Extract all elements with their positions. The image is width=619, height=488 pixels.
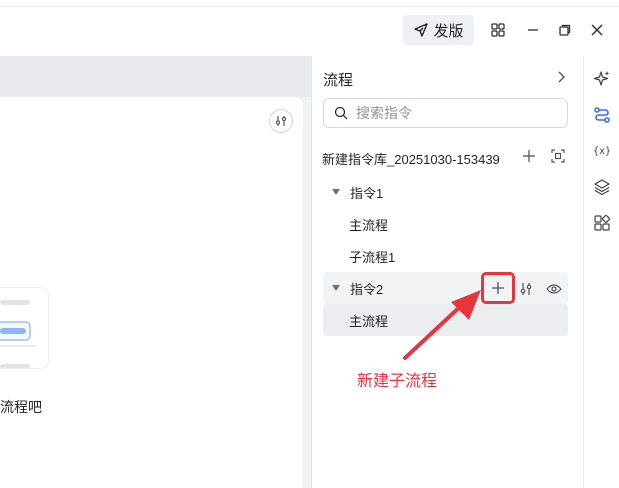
plus-icon — [523, 150, 535, 162]
canvas-header — [0, 56, 311, 97]
publish-label: 发版 — [433, 22, 464, 40]
add-subflow-button[interactable] — [481, 272, 515, 304]
caret-down-icon — [331, 188, 341, 196]
variable-icon[interactable]: {x} — [591, 140, 613, 162]
chevron-right-icon — [558, 71, 565, 83]
collapse-panel-button[interactable] — [553, 69, 569, 85]
send-icon — [414, 23, 429, 37]
restore-icon[interactable] — [555, 20, 575, 40]
locate-button[interactable] — [549, 147, 567, 165]
instruction-settings-button[interactable] — [517, 280, 535, 298]
empty-state-text: 流程吧 — [0, 399, 42, 415]
sliders-icon — [520, 283, 532, 295]
annotation-label: 新建子流程 — [357, 373, 438, 390]
preview-button[interactable] — [545, 280, 563, 298]
add-instruction-button[interactable] — [520, 147, 538, 165]
tree-instruction-label: 指令2 — [350, 281, 384, 297]
tree-item-subflow[interactable]: 子流程1 — [323, 240, 568, 272]
components-icon[interactable] — [591, 212, 613, 234]
empty-state-illustration — [0, 287, 49, 369]
tree-item-label: 主流程 — [349, 313, 389, 329]
caret-down-icon — [331, 284, 341, 292]
tree-instruction-1[interactable]: 指令1 — [323, 176, 568, 208]
annotation-arrow — [403, 290, 481, 360]
minimize-icon[interactable] — [523, 20, 543, 40]
toolbar-divider — [583, 56, 584, 488]
top-divider — [0, 6, 619, 7]
library-name: 新建指令库_20251030-153439 — [322, 152, 500, 167]
focus-icon — [551, 149, 565, 163]
publish-button[interactable]: 发版 — [403, 15, 474, 45]
search-icon — [334, 106, 348, 120]
plus-icon — [492, 282, 504, 294]
search-box[interactable] — [323, 98, 568, 128]
canvas-settings-button[interactable] — [269, 109, 293, 133]
eye-icon — [546, 284, 562, 294]
tree-item-main-flow[interactable]: 主流程 — [323, 208, 568, 240]
panel-title: 流程 — [323, 72, 354, 89]
sparkle-icon[interactable] — [591, 68, 613, 90]
grid-icon[interactable] — [488, 20, 508, 40]
tree-item-label: 子流程1 — [349, 249, 396, 265]
tree-item-label: 主流程 — [349, 217, 389, 233]
tree-instruction-label: 指令1 — [350, 185, 384, 201]
layers-icon[interactable] — [591, 176, 613, 198]
panel-divider — [311, 56, 312, 488]
close-icon[interactable] — [587, 20, 607, 40]
sliders-icon — [275, 116, 287, 126]
search-input[interactable] — [354, 104, 558, 122]
flow-icon[interactable] — [591, 104, 613, 126]
